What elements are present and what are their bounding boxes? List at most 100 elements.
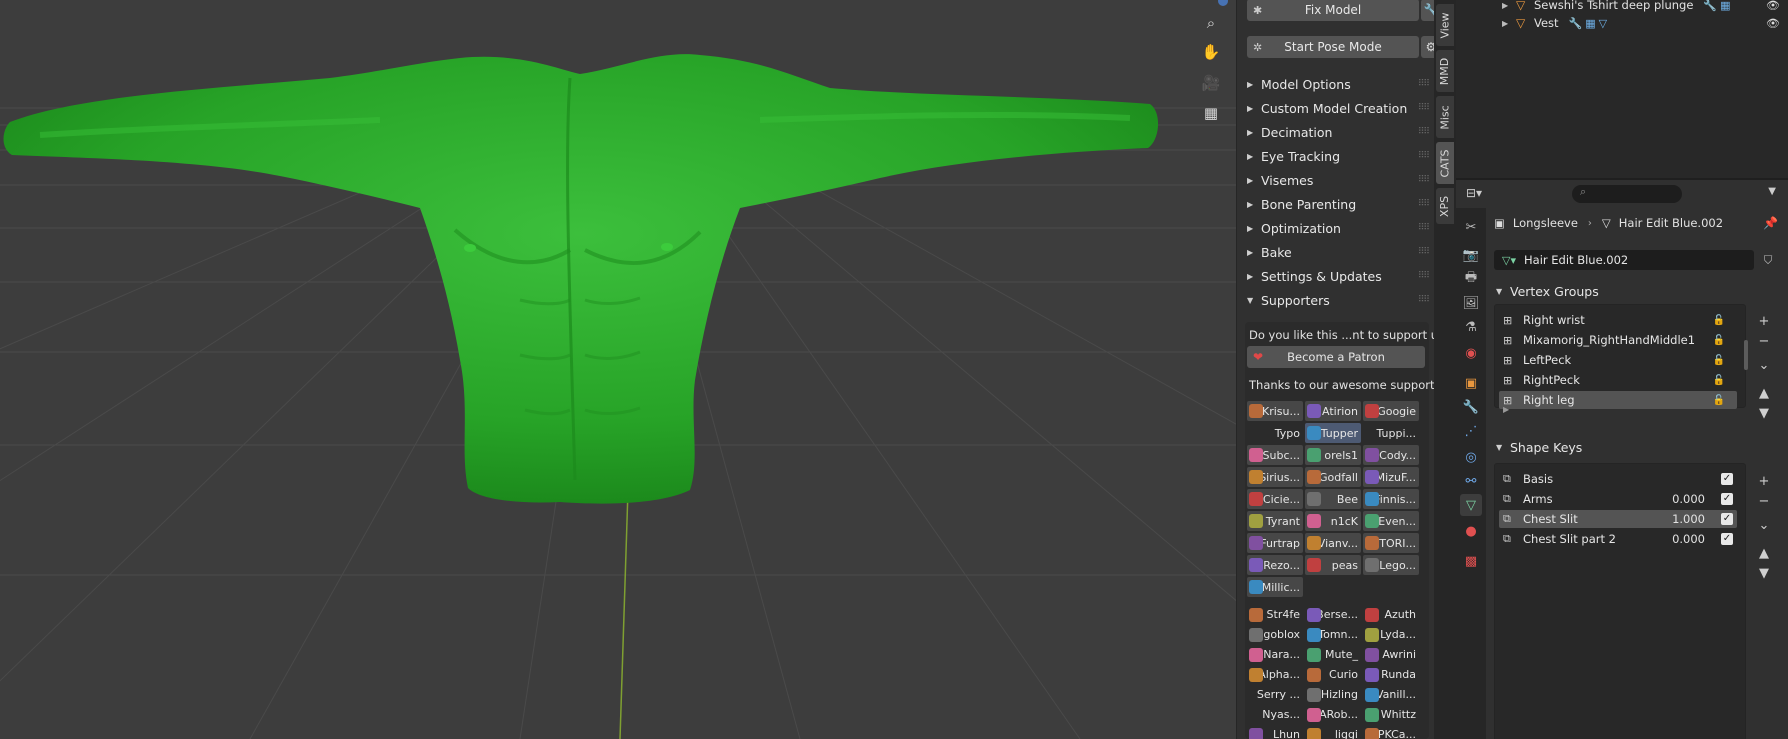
supporter-cell[interactable]: Tupper: [1305, 423, 1361, 443]
chevron-down-icon[interactable]: ▼: [1768, 186, 1776, 197]
vertex-group-specials-icon[interactable]: ⌄: [1754, 356, 1774, 374]
expand-arrow-icon[interactable]: ▶: [1502, 19, 1516, 28]
physics-icon[interactable]: ◎: [1460, 446, 1482, 468]
expand-arrow-icon[interactable]: ▶: [1502, 1, 1516, 10]
hand-pan-icon[interactable]: ✋: [1200, 41, 1222, 63]
lock-icon[interactable]: 🔓: [1713, 375, 1725, 386]
supporter-cell[interactable]: Cicie...: [1247, 489, 1303, 509]
output-icon[interactable]: 🖶: [1460, 268, 1482, 290]
supporter-cell[interactable]: Runda: [1363, 665, 1419, 683]
move-down-icon[interactable]: ▼: [1754, 564, 1774, 582]
panel-settings-updates[interactable]: ▶ Settings & Updates ⠿⠿: [1237, 265, 1435, 287]
texture-icon[interactable]: ▩: [1460, 550, 1482, 572]
fix-model-button[interactable]: ✱ Fix Model: [1247, 0, 1419, 21]
list-expand-icon[interactable]: ▶: [1503, 405, 1509, 414]
shape-key-item[interactable]: ⧉ Basis ✓: [1499, 470, 1737, 488]
supporter-cell[interactable]: ARob...: [1305, 705, 1361, 723]
supporter-cell[interactable]: Tuppi...: [1363, 423, 1419, 443]
panel-bone-parenting[interactable]: ▶ Bone Parenting ⠿⠿: [1237, 193, 1435, 215]
start-pose-mode-button[interactable]: ✲ Start Pose Mode: [1247, 36, 1419, 58]
supporter-cell[interactable]: Curio: [1305, 665, 1361, 683]
panel-model-options[interactable]: ▶ Model Options ⠿⠿: [1237, 73, 1435, 95]
add-vertex-group-button[interactable]: +: [1754, 312, 1774, 330]
shape-key-mute-checkbox[interactable]: ✓: [1721, 473, 1733, 485]
supporter-cell[interactable]: Serry ...: [1247, 685, 1303, 703]
become-patron-button[interactable]: ❤ Become a Patron: [1247, 346, 1425, 368]
supporter-cell[interactable]: Whittz: [1363, 705, 1419, 723]
constraints-icon[interactable]: ⚯: [1460, 470, 1482, 492]
panel-optimization[interactable]: ▶ Optimization ⠿⠿: [1237, 217, 1435, 239]
mesh-data-icon[interactable]: ▽: [1460, 494, 1482, 516]
material-icon[interactable]: ●: [1460, 520, 1482, 542]
tab-view[interactable]: View: [1436, 4, 1454, 46]
grid-icon[interactable]: ▦: [1200, 102, 1222, 124]
vertex-group-item[interactable]: ⊞ Mixamorig_RightHandMiddle1 🔓: [1499, 331, 1737, 349]
supporter-cell[interactable]: Bee: [1305, 489, 1361, 509]
outliner-row-vest[interactable]: ▶ ▽ Vest 🔧▦▽ 👁: [1456, 13, 1788, 33]
tab-cats[interactable]: CATS: [1436, 142, 1454, 184]
object-icon[interactable]: ▣: [1460, 372, 1482, 394]
world-icon[interactable]: ◉: [1460, 342, 1482, 364]
supporter-cell[interactable]: Tyrant: [1247, 511, 1303, 531]
view-layer-icon[interactable]: 🖼: [1460, 292, 1482, 314]
supporter-cell[interactable]: Vanill...: [1363, 685, 1419, 703]
supporter-cell[interactable]: liggi: [1305, 725, 1361, 739]
panel-visemes[interactable]: ▶ Visemes ⠿⠿: [1237, 169, 1435, 191]
supporter-cell[interactable]: MizuF...: [1363, 467, 1419, 487]
fake-user-shield-icon[interactable]: ⛉: [1758, 250, 1778, 270]
panel-supporters[interactable]: ▼ Supporters ⠿⠿: [1237, 289, 1435, 311]
supporter-cell[interactable]: Atirion: [1305, 401, 1361, 421]
supporter-cell[interactable]: Tomn...: [1305, 625, 1361, 643]
vertex-groups-list[interactable]: ⊞ Right wrist 🔓 ⊞ Mixamorig_RightHandMiddle1…: [1494, 304, 1746, 414]
shape-keys-header[interactable]: ▼ Shape Keys: [1486, 435, 1788, 459]
vertex-groups-scrollbar[interactable]: [1744, 340, 1748, 370]
supporter-cell[interactable]: Berse...: [1305, 605, 1361, 623]
lock-icon[interactable]: 🔓: [1713, 315, 1725, 326]
supporter-cell[interactable]: Krisu...: [1247, 401, 1303, 421]
zoom-icon[interactable]: ⌕: [1200, 12, 1222, 34]
supporter-cell[interactable]: Nyas...: [1247, 705, 1303, 723]
supporter-cell[interactable]: Millic...: [1247, 577, 1303, 597]
tab-mmd[interactable]: MMD: [1436, 50, 1454, 92]
shape-key-value[interactable]: 0.000: [1672, 532, 1705, 546]
move-up-icon[interactable]: ▲: [1754, 544, 1774, 562]
shape-key-specials-icon[interactable]: ⌄: [1754, 516, 1774, 534]
supporter-cell[interactable]: Furtrap: [1247, 533, 1303, 553]
lock-icon[interactable]: 🔓: [1713, 335, 1725, 346]
tool-icon[interactable]: ✂: [1460, 216, 1482, 238]
supporter-cell[interactable]: orels1: [1305, 445, 1361, 465]
lock-icon[interactable]: 🔓: [1713, 355, 1725, 366]
shape-key-mute-checkbox[interactable]: ✓: [1721, 513, 1733, 525]
shape-key-item[interactable]: ⧉ Chest Slit part 2 0.000 ✓: [1499, 530, 1737, 548]
supporter-cell[interactable]: Alpha...: [1247, 665, 1303, 683]
viewport-scene[interactable]: [0, 0, 1236, 739]
shape-key-item[interactable]: ⧉ Arms 0.000 ✓: [1499, 490, 1737, 508]
panel-decimation[interactable]: ▶ Decimation ⠿⠿: [1237, 121, 1435, 143]
eye-icon[interactable]: 👁: [1766, 17, 1780, 30]
render-icon[interactable]: 📷: [1460, 244, 1482, 266]
vertex-group-item[interactable]: ⊞ RightPeck 🔓: [1499, 371, 1737, 389]
lock-icon[interactable]: 🔓: [1713, 395, 1725, 406]
supporter-cell[interactable]: Lego...: [1363, 555, 1419, 575]
supporter-cell[interactable]: PKCa...: [1363, 725, 1419, 739]
tab-misc[interactable]: Misc: [1436, 96, 1454, 138]
vertex-group-item[interactable]: ⊞ LeftPeck 🔓: [1499, 351, 1737, 369]
supporter-cell[interactable]: Nara...: [1247, 645, 1303, 663]
supporter-cell[interactable]: Googie: [1363, 401, 1419, 421]
supporter-cell[interactable]: Lhun: [1247, 725, 1303, 739]
pin-icon[interactable]: 📌: [1763, 216, 1778, 230]
vertex-group-item[interactable]: ⊞ Right leg 🔓: [1499, 391, 1737, 409]
supporter-cell[interactable]: peas: [1305, 555, 1361, 575]
modifier-wrench-icon[interactable]: 🔧: [1460, 396, 1482, 418]
mesh-browse-icon[interactable]: ▽▾: [1494, 254, 1524, 267]
supporter-cell[interactable]: Str4fe: [1247, 605, 1303, 623]
supporter-cell[interactable]: Typo: [1247, 423, 1303, 443]
eye-icon[interactable]: 👁: [1766, 0, 1780, 12]
shape-key-item[interactable]: ⧉ Chest Slit 1.000 ✓: [1499, 510, 1737, 528]
scene-icon[interactable]: ⚗: [1460, 316, 1482, 338]
supporter-cell[interactable]: n1cK: [1305, 511, 1361, 531]
move-down-icon[interactable]: ▼: [1754, 404, 1774, 422]
supporter-cell[interactable]: Lyda...: [1363, 625, 1419, 643]
supporter-cell[interactable]: Subc...: [1247, 445, 1303, 465]
particles-icon[interactable]: ⋰: [1460, 420, 1482, 442]
